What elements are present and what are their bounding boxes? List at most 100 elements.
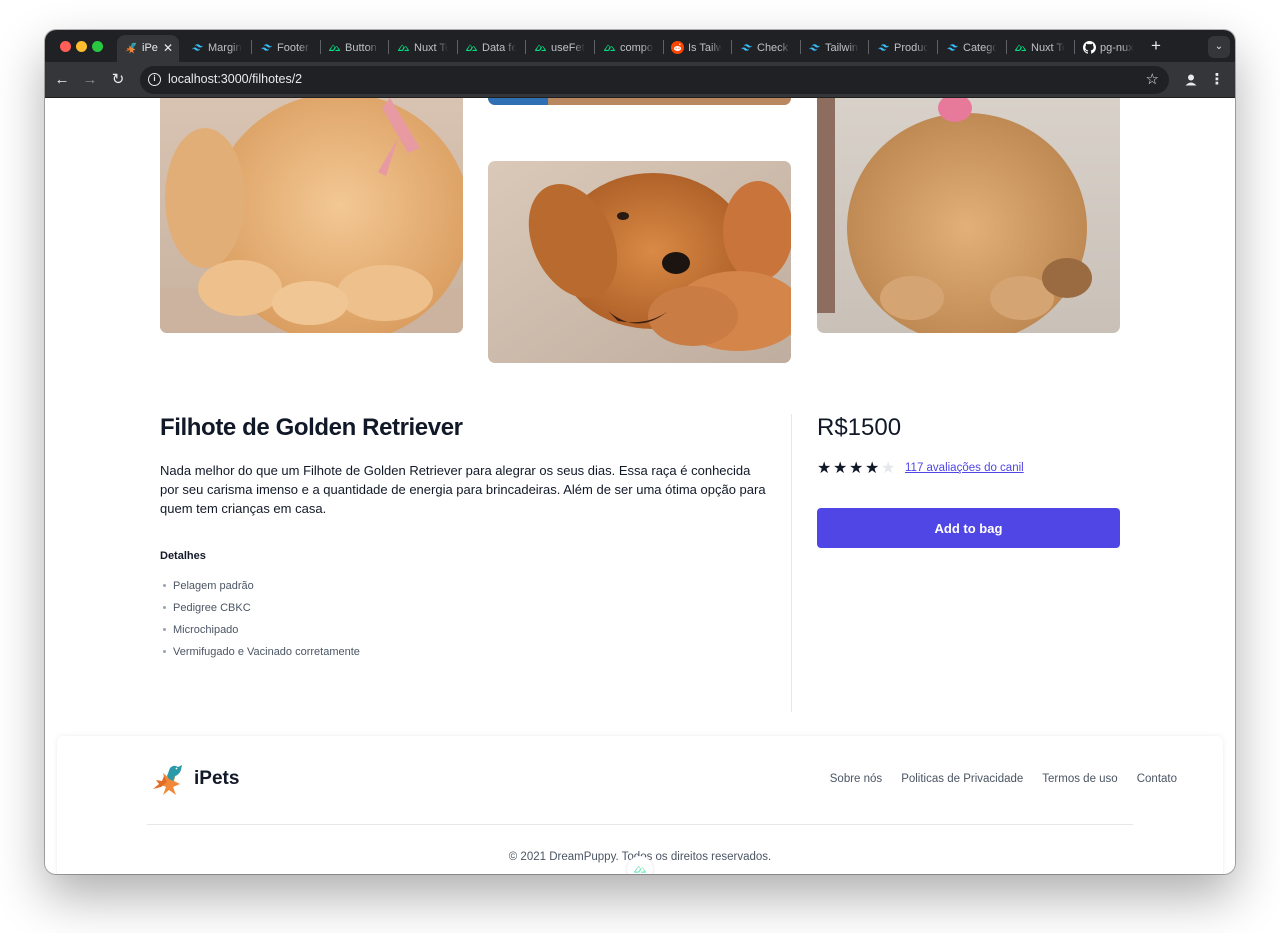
star-filled-icon: ★ — [817, 460, 832, 477]
github-icon — [1083, 41, 1096, 54]
ipets-logo-icon — [124, 41, 138, 55]
tailwind-icon — [877, 41, 890, 54]
site-info-icon[interactable]: i — [148, 73, 161, 86]
tab-item[interactable]: Is Tailw — [663, 35, 732, 62]
address-bar[interactable]: i localhost:3000/filhotes/2 ☆ — [140, 66, 1169, 94]
tab-title: Catego — [963, 42, 997, 54]
reload-icon: ↻ — [111, 71, 125, 88]
tab-title: iPe — [142, 42, 158, 54]
tab-item[interactable]: Produc — [869, 35, 938, 62]
details-item: Microchipado — [160, 622, 360, 644]
tailwind-icon — [740, 41, 753, 54]
tab-search-button[interactable]: ⌄ — [1208, 36, 1230, 58]
rating-stars: ★ ★ ★ ★ ★ — [817, 461, 897, 477]
browser-window: iPe ✕ Margin Footer Button Nuxt Te Data fe us… — [45, 30, 1235, 874]
browser-menu-button[interactable]: ⋮ — [1206, 69, 1228, 91]
tab-item[interactable]: Catego — [938, 35, 1007, 62]
footer-link-privacidade[interactable]: Politicas de Privacidade — [901, 773, 1023, 785]
browser-toolbar: ← → ↻ i localhost:3000/filhotes/2 ☆ ⋮ — [45, 62, 1235, 98]
tab-title: compo — [620, 42, 654, 54]
nuxt-icon — [1014, 41, 1027, 54]
tab-title: Is Tailw — [688, 42, 722, 54]
tab-title: Margin — [208, 42, 242, 54]
tab-item[interactable]: Check — [732, 35, 801, 62]
footer-brand[interactable]: iPets — [194, 768, 239, 790]
close-window-button[interactable] — [60, 41, 71, 52]
details-item: Vermifugado e Vacinado corretamente — [160, 644, 360, 666]
nuxt-icon — [465, 41, 478, 54]
details-list: Pelagem padrão Pedigree CBKC Microchipad… — [160, 578, 360, 666]
profile-button[interactable] — [1180, 69, 1202, 91]
nuxt-icon — [534, 41, 547, 54]
puppy-photo-front — [817, 98, 1120, 333]
puppy-photo-top — [488, 98, 791, 105]
tab-item[interactable]: Margin — [183, 35, 252, 62]
add-to-bag-button[interactable]: Add to bag — [817, 508, 1120, 548]
tab-item[interactable]: compo — [595, 35, 664, 62]
product-description: Nada melhor do que um Filhote de Golden … — [160, 463, 766, 516]
close-tab-icon[interactable]: ✕ — [163, 40, 173, 56]
puppy-photo-sitting — [160, 98, 463, 333]
footer-nav: Sobre nós Politicas de Privacidade Termo… — [830, 773, 1177, 785]
tab-item[interactable]: Nuxt Te — [389, 35, 458, 62]
column-divider — [791, 414, 792, 712]
tab-item[interactable]: Button — [320, 35, 389, 62]
maximize-window-button[interactable] — [92, 41, 103, 52]
tab-strip: iPe ✕ Margin Footer Button Nuxt Te Data fe us… — [45, 30, 1235, 62]
chevron-down-icon: ⌄ — [1214, 41, 1224, 52]
tab-title: useFet — [551, 42, 585, 54]
star-filled-icon: ★ — [833, 460, 848, 477]
forward-button[interactable]: → — [79, 69, 101, 91]
tab-title: Nuxt Te — [414, 42, 448, 54]
nuxt-icon — [397, 41, 410, 54]
tab-title: pg-nux — [1100, 42, 1134, 54]
tab-active[interactable]: iPe ✕ — [117, 35, 179, 62]
tab-title: Data fe — [482, 42, 516, 54]
tab-title: Footer — [277, 42, 309, 54]
tailwind-icon — [260, 41, 273, 54]
star-filled-icon: ★ — [865, 460, 880, 477]
back-button[interactable]: ← — [51, 69, 73, 91]
tailwind-icon — [191, 41, 204, 54]
nuxt-icon — [603, 41, 616, 54]
tab-item[interactable]: pg-nux — [1075, 35, 1144, 62]
footer-link-sobre[interactable]: Sobre nós — [830, 773, 882, 785]
ipets-logo-icon[interactable] — [149, 762, 187, 798]
tab-title: Button — [345, 42, 377, 54]
star-empty-icon: ★ — [881, 460, 896, 477]
minimize-window-button[interactable] — [76, 41, 87, 52]
arrow-right-icon: → — [82, 71, 98, 88]
tab-item[interactable]: Tailwin — [800, 35, 869, 62]
bookmark-star-icon[interactable]: ☆ — [1146, 71, 1159, 89]
reviews-link[interactable]: 117 avaliações do canil — [905, 462, 1024, 474]
tab-title: Nuxt Te — [1031, 42, 1065, 54]
page-footer: iPets Sobre nós Politicas de Privacidade… — [57, 736, 1223, 874]
footer-divider — [147, 824, 1133, 825]
footer-link-termos[interactable]: Termos de uso — [1042, 773, 1117, 785]
tab-title: Check — [757, 42, 789, 54]
tab-item[interactable]: useFet — [526, 35, 595, 62]
tab-item[interactable]: Footer — [252, 35, 321, 62]
puppy-photo-lying — [488, 161, 791, 363]
product-title: Filhote de Golden Retriever — [160, 414, 463, 441]
nuxt-icon — [633, 862, 647, 874]
tab-title: Tailwin — [825, 42, 859, 54]
star-filled-icon: ★ — [849, 460, 864, 477]
new-tab-button[interactable]: + — [1147, 37, 1165, 55]
details-item: Pelagem padrão — [160, 578, 360, 600]
details-item: Pedigree CBKC — [160, 600, 360, 622]
url-text[interactable]: localhost:3000/filhotes/2 — [168, 72, 302, 86]
details-heading: Detalhes — [160, 550, 206, 562]
arrow-left-icon: ← — [54, 71, 70, 88]
tailwind-icon — [946, 41, 959, 54]
reload-button[interactable]: ↻ — [107, 69, 129, 91]
tab-title: Produc — [894, 42, 928, 54]
product-price: R$1500 — [817, 414, 902, 441]
tailwind-icon — [808, 41, 821, 54]
nuxt-icon — [328, 41, 341, 54]
tab-item[interactable]: Nuxt Te — [1006, 35, 1075, 62]
reddit-icon — [671, 41, 684, 54]
kebab-menu-icon: ⋮ — [1209, 71, 1225, 88]
footer-link-contato[interactable]: Contato — [1137, 773, 1177, 785]
tab-item[interactable]: Data fe — [457, 35, 526, 62]
